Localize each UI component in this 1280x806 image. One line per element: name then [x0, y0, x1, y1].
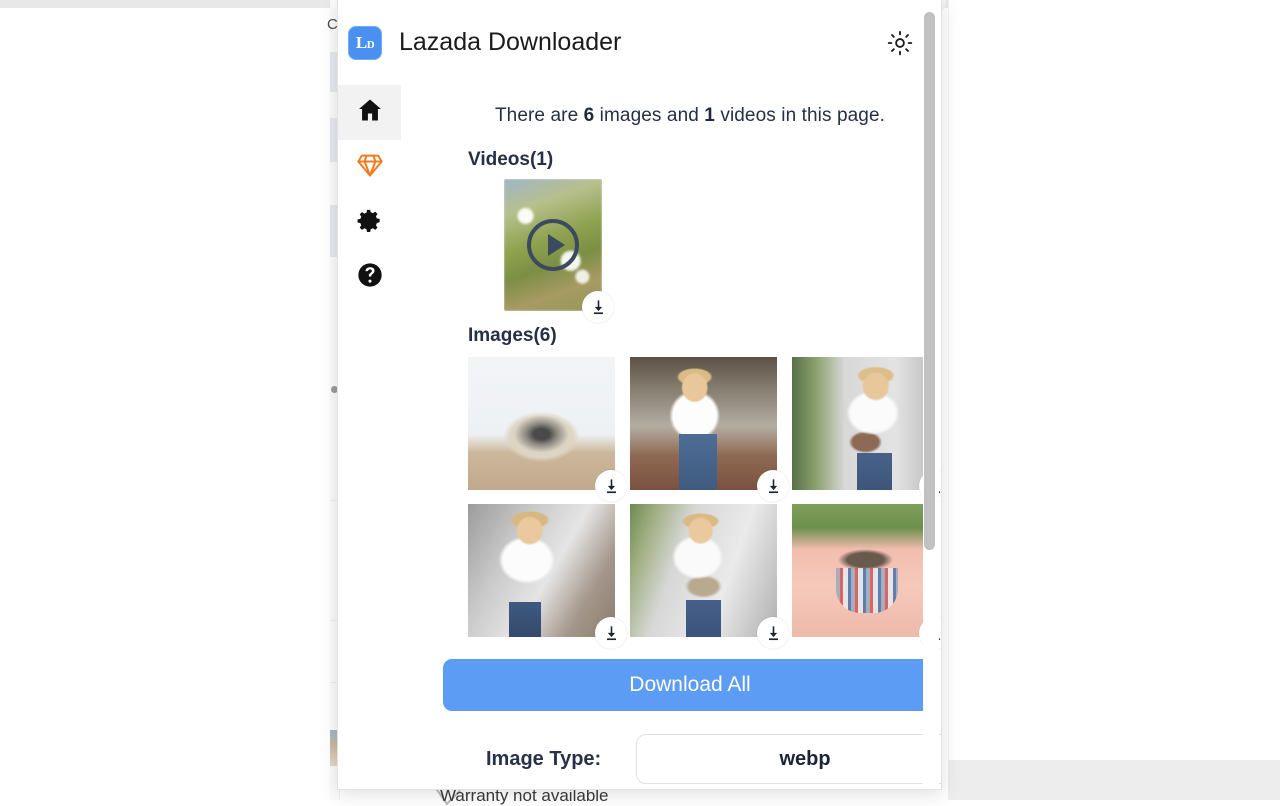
sidebar-item-help[interactable]: [338, 250, 401, 305]
page-right-footer: [948, 760, 1280, 800]
video-tile[interactable]: [504, 179, 602, 311]
download-icon[interactable]: [582, 291, 614, 323]
home-icon: [356, 96, 384, 129]
popup-body: There are 6 images and 1 videos in this …: [338, 85, 941, 790]
images-heading: Images(6): [468, 325, 942, 347]
sun-icon[interactable]: [883, 26, 917, 60]
image-thumbnail: [630, 504, 777, 637]
app-logo-icon: LD: [348, 26, 382, 60]
page-right-panel: [948, 0, 1280, 800]
sidebar: [338, 85, 401, 790]
gear-icon: [356, 207, 383, 239]
image-thumbnail: [630, 357, 777, 490]
extension-popup: LD Lazada Downloader: [337, 0, 942, 790]
summary-video-count: 1: [704, 105, 715, 126]
media-summary: There are 6 images and 1 videos in this …: [406, 105, 942, 127]
image-type-label: Image Type:: [486, 748, 636, 771]
popup-titlebar: LD Lazada Downloader: [338, 0, 941, 85]
page-title: Lazada Downloader: [399, 28, 621, 57]
sidebar-item-home[interactable]: [338, 85, 401, 140]
download-icon[interactable]: [757, 617, 789, 649]
image-thumbnail: [468, 357, 615, 490]
app-logo-text: LD: [356, 34, 374, 51]
image-tile[interactable]: [630, 504, 777, 637]
image-tile[interactable]: [792, 357, 939, 490]
image-tile[interactable]: [792, 504, 939, 637]
image-thumbnail: [792, 357, 939, 490]
videos-list: [504, 179, 942, 311]
image-tile[interactable]: [468, 357, 615, 490]
summary-suffix: videos in this page.: [715, 105, 885, 126]
popup-content: There are 6 images and 1 videos in this …: [401, 85, 942, 790]
popup-scrollbar-thumb[interactable]: [924, 12, 935, 550]
image-tile[interactable]: [468, 504, 615, 637]
image-type-value[interactable]: webp: [636, 734, 942, 784]
image-tile[interactable]: [630, 357, 777, 490]
summary-prefix: There are: [495, 105, 584, 126]
summary-middle: images and: [594, 105, 704, 126]
videos-heading: Videos(1): [468, 149, 942, 171]
video-thumbnail: [504, 179, 602, 311]
image-thumbnail: [792, 504, 939, 637]
download-icon[interactable]: [595, 617, 627, 649]
summary-image-count: 6: [584, 105, 595, 126]
image-thumbnail: [468, 504, 615, 637]
images-grid: [468, 357, 942, 637]
sidebar-item-settings[interactable]: [338, 195, 401, 250]
download-icon[interactable]: [757, 470, 789, 502]
download-icon[interactable]: [595, 470, 627, 502]
question-circle-icon: [356, 261, 384, 294]
popup-scrollbar-track[interactable]: [923, 2, 939, 788]
sidebar-item-premium[interactable]: [338, 140, 401, 195]
image-type-row: Image Type: webp: [486, 734, 942, 784]
download-all-button[interactable]: Download All: [443, 659, 938, 711]
image-type-select[interactable]: webp: [636, 734, 942, 784]
diamond-icon: [356, 151, 384, 184]
